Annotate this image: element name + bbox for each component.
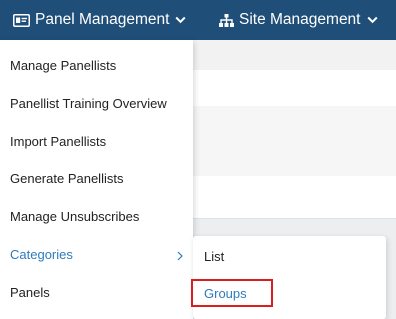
menu-item-panels[interactable]: Panels xyxy=(0,273,193,311)
menu-item-label: Categories xyxy=(10,246,73,262)
chevron-down-icon xyxy=(175,16,186,24)
page-background-band xyxy=(193,176,396,218)
menu-item-label: Manage Unsubscribes xyxy=(10,208,140,224)
nav-site-management-label: Site Management xyxy=(239,11,361,28)
menu-item-manage-panellists[interactable]: Manage Panellists xyxy=(0,46,193,84)
page-background-band xyxy=(193,70,396,106)
menu-item-label: Import Panellists xyxy=(10,133,107,149)
submenu-item-list[interactable]: List xyxy=(204,244,224,268)
id-card-icon xyxy=(13,13,30,27)
submenu-item-label: Groups xyxy=(204,285,247,301)
top-navigation-bar: Panel Management Site Management xyxy=(0,0,396,40)
nav-panel-management[interactable]: Panel Management xyxy=(13,0,186,40)
menu-item-label: Panellist Training Overview xyxy=(10,95,167,111)
menu-item-label: Generate Panellists xyxy=(10,170,124,186)
nav-panel-management-label: Panel Management xyxy=(35,11,170,28)
menu-item-panellist-training-overview[interactable]: Panellist Training Overview xyxy=(0,84,193,122)
submenu-item-groups[interactable]: Groups xyxy=(191,279,273,307)
menu-item-categories[interactable]: Categories xyxy=(0,235,193,273)
categories-submenu: List Groups xyxy=(191,236,386,319)
page-background-band xyxy=(193,106,396,176)
menu-item-label: Panels xyxy=(10,284,50,300)
submenu-item-label: List xyxy=(204,248,225,264)
menu-item-generate-panellists[interactable]: Generate Panellists xyxy=(0,159,193,197)
menu-item-label: Manage Panellists xyxy=(10,57,117,73)
menu-item-manage-unsubscribes[interactable]: Manage Unsubscribes xyxy=(0,197,193,235)
menu-item-import-panellists[interactable]: Import Panellists xyxy=(0,122,193,160)
nav-site-management[interactable]: Site Management xyxy=(219,0,378,40)
chevron-right-icon xyxy=(177,249,183,264)
panel-management-dropdown: Manage Panellists Panellist Training Ove… xyxy=(0,40,193,319)
chevron-down-icon xyxy=(366,16,378,24)
sitemap-icon xyxy=(219,13,234,27)
